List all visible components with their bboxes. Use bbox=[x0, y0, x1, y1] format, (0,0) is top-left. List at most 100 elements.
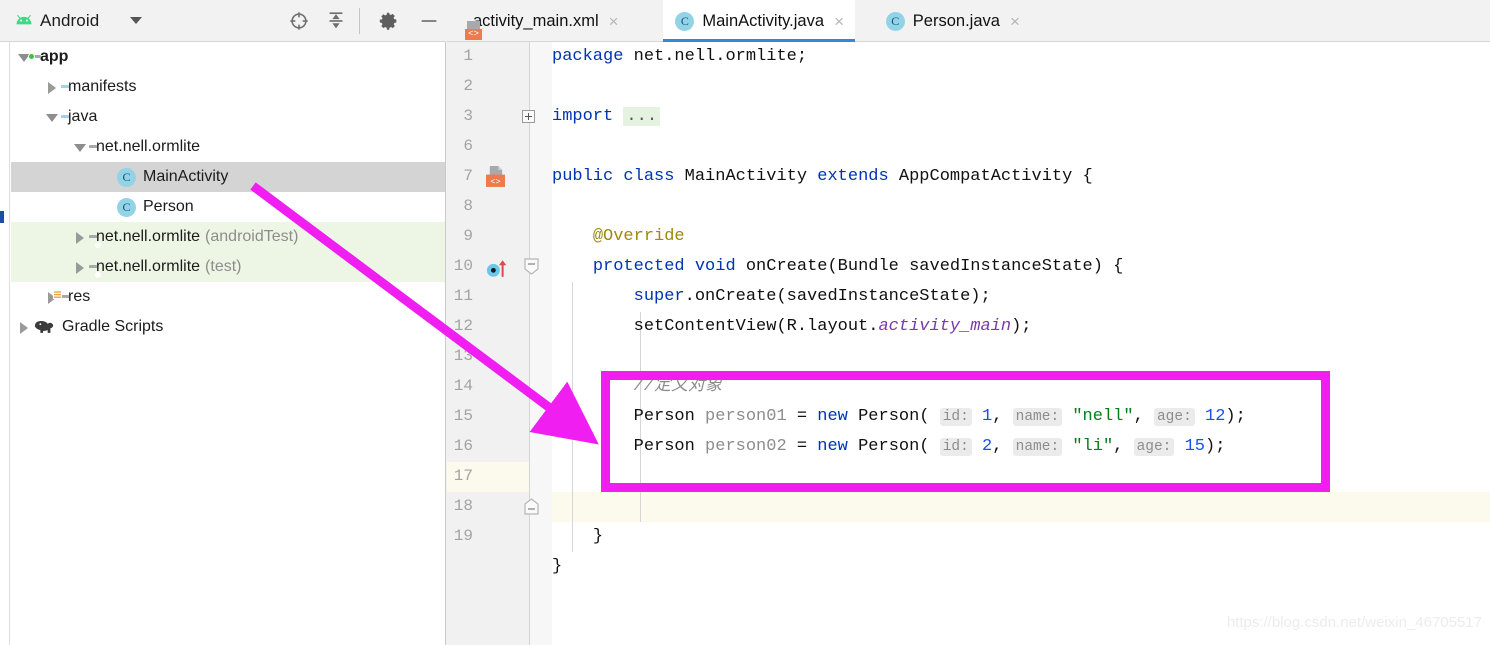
token-setcontentview-end: ); bbox=[1011, 317, 1032, 336]
expand-imports-icon[interactable] bbox=[522, 110, 535, 123]
token-close-paren: ); bbox=[1205, 437, 1226, 456]
token-type-person: Person bbox=[633, 437, 695, 456]
line-number-12: 12 bbox=[453, 317, 473, 335]
editor-tab-label: Person.java bbox=[912, 11, 1000, 30]
token-comma: , bbox=[992, 437, 1003, 456]
hide-panel-icon[interactable] bbox=[418, 10, 440, 32]
tree-twisty-expanded[interactable] bbox=[73, 132, 89, 162]
tree-twisty-collapsed[interactable] bbox=[45, 72, 61, 102]
fold-column[interactable] bbox=[530, 42, 552, 645]
project-panel-toolbar: Android bbox=[0, 0, 446, 42]
token-keyword-import: import bbox=[552, 107, 614, 126]
close-icon[interactable]: × bbox=[606, 13, 622, 30]
line-number-18: 18 bbox=[453, 497, 473, 515]
tree-item-label: java bbox=[68, 108, 98, 125]
token-value-age-2: 15 bbox=[1184, 437, 1205, 456]
settings-gear-icon[interactable] bbox=[378, 10, 400, 32]
fold-method-icon[interactable] bbox=[524, 258, 539, 275]
module-status-dot bbox=[28, 53, 35, 60]
tree-item-label: Person bbox=[143, 198, 194, 215]
code-surface[interactable]: package net.nell.ormlite; import ... pub… bbox=[552, 42, 1490, 645]
code-line-10: protected void onCreate(Bundle savedInst… bbox=[552, 252, 1124, 282]
java-class-icon: C bbox=[885, 11, 905, 31]
token-brace-close: } bbox=[592, 527, 604, 546]
param-hint-age: age: bbox=[1153, 408, 1195, 426]
tree-item-app[interactable]: app bbox=[11, 42, 445, 72]
token-keyword-protected: protected bbox=[592, 257, 685, 276]
folded-imports-placeholder[interactable]: ... bbox=[623, 107, 661, 126]
token-super-call: .onCreate(savedInstanceState); bbox=[684, 287, 991, 306]
token-keyword-void: void bbox=[694, 257, 736, 276]
tree-twisty-collapsed[interactable] bbox=[73, 222, 89, 252]
tree-item-net-nell-ormlite-androidTest[interactable]: net.nell.ormlite (androidTest) bbox=[11, 222, 445, 252]
tree-twisty-collapsed[interactable] bbox=[17, 312, 33, 342]
token-class-name: MainActivity bbox=[684, 167, 808, 186]
token-keyword-super: super bbox=[633, 287, 685, 306]
token-close-paren: ); bbox=[1225, 407, 1246, 426]
line-number-7: 7 bbox=[463, 167, 473, 185]
editor-tab-bar: <> activity_main.xml × C MainActivity.java × C… bbox=[447, 0, 1490, 42]
gradle-elephant-icon bbox=[34, 320, 54, 333]
tree-item-net-nell-ormlite[interactable]: net.nell.ormlite bbox=[11, 132, 445, 162]
editor-tab-MainActivity-java[interactable]: C MainActivity.java × bbox=[663, 0, 856, 42]
token-var-person02: person02 bbox=[705, 437, 787, 456]
tree-item-net-nell-ormlite-test[interactable]: net.nell.ormlite (test) bbox=[11, 252, 445, 282]
tree-item-label: app bbox=[40, 48, 69, 65]
java-class-icon: C bbox=[675, 11, 695, 31]
tree-twisty-collapsed[interactable] bbox=[73, 252, 89, 282]
editor-tab-activity_main-xml[interactable]: <> activity_main.xml × bbox=[453, 0, 630, 42]
line-number-11: 11 bbox=[453, 287, 473, 305]
editor-gutter[interactable]: 1 2 3 6 7 8 9 10 11 12 13 14 15 16 17 18 19 bbox=[447, 42, 552, 645]
token-keyword-new: new bbox=[817, 437, 848, 456]
line-number-2: 2 bbox=[463, 77, 473, 95]
layout-file-marker-icon[interactable]: <> bbox=[486, 166, 505, 187]
param-hint-id: id: bbox=[939, 408, 972, 426]
token-comment-chinese: //定义对象 bbox=[633, 377, 723, 396]
collapse-all-icon[interactable] bbox=[325, 10, 347, 32]
token-ctor-person: Person( bbox=[858, 407, 930, 426]
token-var-person01: person01 bbox=[705, 407, 787, 426]
fold-method-end-icon[interactable] bbox=[524, 498, 539, 515]
caret-line-highlight bbox=[552, 492, 1490, 522]
line-number-10: 10 bbox=[453, 257, 473, 275]
close-icon[interactable]: × bbox=[831, 13, 847, 30]
tree-item-gradle-scripts[interactable]: Gradle Scripts bbox=[11, 312, 445, 342]
project-tree[interactable]: app manifests java net.nell.ormlite C MainAct… bbox=[11, 42, 445, 645]
editor-tab-label: activity_main.xml bbox=[473, 11, 599, 30]
locate-in-tree-icon[interactable] bbox=[288, 10, 310, 32]
override-method-marker-icon[interactable] bbox=[486, 259, 510, 278]
tree-item-label: MainActivity bbox=[143, 168, 229, 185]
tree-item-label: net.nell.ormlite bbox=[96, 258, 201, 275]
code-line-16: Person person02 = new Person( id: 2, nam… bbox=[552, 432, 1225, 462]
tree-item-res[interactable]: res bbox=[11, 282, 445, 312]
line-number-17: 17 bbox=[453, 467, 473, 485]
tree-item-mainactivity[interactable]: C MainActivity bbox=[11, 162, 445, 192]
line-number-1: 1 bbox=[463, 47, 473, 65]
code-line-9: @Override bbox=[552, 222, 685, 252]
token-keyword-extends: extends bbox=[817, 167, 889, 186]
code-line-19: } bbox=[552, 552, 562, 582]
android-studio-window: Android app manifests java net.nell.orml… bbox=[0, 0, 1490, 645]
token-value-age-1: 12 bbox=[1205, 407, 1226, 426]
panel-left-strip bbox=[0, 42, 10, 645]
close-icon[interactable]: × bbox=[1007, 13, 1023, 30]
code-line-15: Person person01 = new Person( id: 1, nam… bbox=[552, 402, 1246, 432]
gradle-elephant-icon bbox=[33, 317, 55, 338]
line-number-3: 3 bbox=[463, 107, 473, 125]
token-value-id-2: 2 bbox=[982, 437, 993, 456]
token-value-name-1: "nell" bbox=[1072, 407, 1134, 426]
tree-item-person[interactable]: C Person bbox=[11, 192, 445, 222]
tree-item-manifests[interactable]: manifests bbox=[11, 72, 445, 102]
token-package-name: net.nell.ormlite; bbox=[623, 47, 808, 66]
chevron-down-icon[interactable] bbox=[130, 17, 142, 24]
java-class-icon: C bbox=[117, 197, 136, 217]
editor-tab-Person-java[interactable]: C Person.java × bbox=[874, 0, 1031, 42]
toolbar-separator bbox=[359, 8, 360, 34]
line-number-14: 14 bbox=[453, 377, 473, 395]
token-method-oncreate: onCreate(Bundle savedInstanceState) { bbox=[745, 257, 1124, 276]
java-class-icon: C bbox=[117, 197, 136, 217]
token-field-activity-main: activity_main bbox=[878, 317, 1012, 336]
tree-twisty-expanded[interactable] bbox=[45, 102, 61, 132]
tree-item-java[interactable]: java bbox=[11, 102, 445, 132]
